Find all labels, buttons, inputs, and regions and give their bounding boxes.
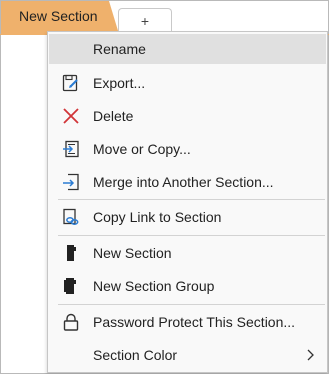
section-icon [62, 244, 80, 262]
merge-icon [62, 173, 80, 191]
export-icon [62, 74, 80, 92]
delete-x-icon [62, 107, 80, 125]
menu-separator [58, 304, 325, 305]
plus-icon: + [140, 13, 150, 29]
menu-item-password-protect[interactable]: Password Protect This Section... [49, 307, 326, 337]
menu-item-rename[interactable]: Rename [49, 34, 326, 64]
menu-item-new-section[interactable]: New Section [49, 238, 326, 268]
menu-item-copy-link[interactable]: Copy Link to Section [49, 202, 326, 232]
menu-item-label: New Section [93, 245, 172, 261]
menu-item-label: Merge into Another Section... [93, 174, 274, 190]
section-group-icon [62, 277, 80, 295]
menu-item-delete[interactable]: Delete [49, 101, 326, 131]
menu-item-label: Rename [93, 41, 146, 57]
lock-icon [62, 313, 80, 331]
menu-separator [58, 199, 325, 200]
menu-item-label: Export... [93, 75, 146, 91]
menu-item-label: Copy Link to Section [93, 209, 222, 225]
menu-item-label: Password Protect This Section... [93, 314, 296, 330]
tab-new-section-label: New Section [19, 8, 98, 24]
section-tab-bar: New Section + [0, 0, 329, 35]
menu-item-merge[interactable]: Merge into Another Section... [49, 167, 326, 197]
link-icon [62, 208, 80, 226]
menu-item-label: Move or Copy... [93, 141, 191, 157]
menu-item-label: Delete [93, 108, 134, 124]
chevron-right-icon [304, 347, 316, 363]
menu-item-move-copy[interactable]: Move or Copy... [49, 134, 326, 164]
section-context-menu: Rename Export... Delete Move or Copy... … [47, 31, 328, 373]
menu-item-section-color[interactable]: Section Color [49, 340, 326, 370]
menu-item-new-section-group[interactable]: New Section Group [49, 271, 326, 301]
move-copy-icon [62, 140, 80, 158]
menu-separator [58, 235, 325, 236]
menu-item-label: New Section Group [93, 278, 215, 294]
menu-item-label: Section Color [93, 347, 178, 363]
menu-item-export[interactable]: Export... [49, 68, 326, 98]
